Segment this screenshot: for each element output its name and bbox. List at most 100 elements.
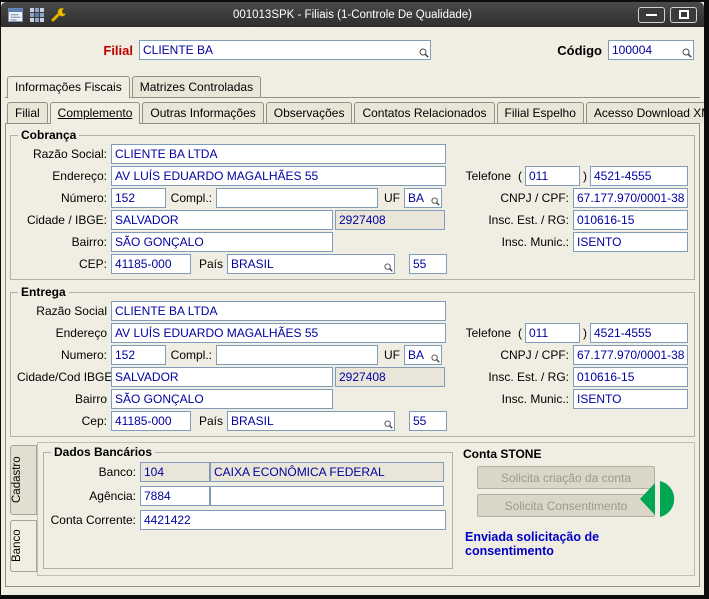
entrega-bairro-row: Bairro Insc. Munic.:: [17, 388, 688, 410]
entrega-endereco-input[interactable]: [111, 323, 446, 343]
cobranca-razao-row: Razão Social:: [17, 143, 688, 165]
tab-contatos-relacionados[interactable]: Contatos Relacionados: [354, 102, 495, 123]
window-title: 001013SPK - Filiais (1-Controle De Quali…: [232, 8, 473, 21]
tab-complemento[interactable]: Complemento: [49, 102, 141, 124]
tab-filial[interactable]: Filial: [7, 102, 48, 123]
conta-row: Conta Corrente:: [50, 508, 446, 532]
entrega-cidade-row: Cidade/Cod IBGE Insc. Est. / RG:: [17, 366, 688, 388]
tab-observacoes[interactable]: Observações: [265, 102, 353, 123]
cobranca-insc-mun-input[interactable]: [573, 232, 688, 252]
filial-input[interactable]: [139, 40, 431, 60]
tab-cadastro[interactable]: Cadastro: [10, 445, 37, 515]
entrega-numero-row: Numero: Compl.: UF CNPJ / CPF:: [17, 344, 688, 366]
entrega-ddd-input[interactable]: [525, 323, 580, 343]
entrega-cidade-input[interactable]: [111, 367, 333, 387]
solicita-criacao-conta-button[interactable]: Solicita criação da conta: [477, 466, 655, 489]
entrega-inscest-cluster: Insc. Est. / RG:: [488, 367, 688, 387]
conta-corrente-label: Conta Corrente:: [50, 513, 136, 527]
numero-label: Numero:: [60, 348, 107, 362]
entrega-title: Entrega: [21, 285, 66, 299]
entrega-numero-input[interactable]: [111, 345, 166, 365]
entrega-bairro-input[interactable]: [111, 389, 333, 409]
tab-acesso-download-xml[interactable]: Acesso Download XML: [585, 102, 704, 123]
entrega-telefone-input[interactable]: [590, 323, 688, 343]
grid-icon[interactable]: [30, 7, 44, 22]
cobranca-uf-input[interactable]: [404, 188, 442, 208]
entrega-compl-input[interactable]: [216, 345, 378, 365]
cobranca-pais-input[interactable]: [227, 254, 395, 274]
bairro-label: Bairro:: [71, 235, 107, 249]
cobranca-inscmun-cluster: Insc. Munic.:: [502, 232, 688, 252]
endereco-label: Endereço:: [52, 169, 107, 183]
cobranca-endereco-input[interactable]: [111, 166, 446, 186]
cobranca-group: Cobrança Razão Social: Endereço: Telefon…: [10, 128, 695, 280]
entrega-insc-est-input[interactable]: [573, 367, 688, 387]
cobranca-uf-lookup: [404, 188, 442, 208]
tab-matrizes-controladas[interactable]: Matrizes Controladas: [131, 76, 262, 97]
entrega-insc-mun-input[interactable]: [573, 389, 688, 409]
cidade-label: Cidade / IBGE:: [26, 213, 107, 227]
tab-filial-espelho[interactable]: Filial Espelho: [496, 102, 584, 123]
bottom-section: Cadastro Banco Dados Bancários Banco: Ag…: [10, 442, 695, 576]
cobranca-insc-est-input[interactable]: [573, 210, 688, 230]
paren-close: ): [583, 326, 587, 340]
paren-open: (: [518, 169, 522, 183]
entrega-razao-social-input[interactable]: [111, 301, 446, 321]
cobranca-numero-input[interactable]: [111, 188, 166, 208]
compl-label: Compl.:: [170, 191, 212, 205]
solicita-consentimento-button[interactable]: Solicita Consentimento: [477, 494, 655, 517]
entrega-pais-codigo-input[interactable]: [409, 411, 447, 431]
report-icon[interactable]: [8, 7, 23, 22]
codigo-input[interactable]: [608, 40, 694, 60]
cobranca-pais-codigo-input[interactable]: [409, 254, 447, 274]
complemento-panel: Cobrança Razão Social: Endereço: Telefon…: [5, 123, 700, 587]
conta-corrente-input[interactable]: [140, 510, 446, 530]
entrega-pais-input[interactable]: [227, 411, 395, 431]
banco-row: Banco:: [50, 460, 446, 484]
tab-outras-informacoes[interactable]: Outras Informações: [142, 102, 264, 123]
pais-label: País: [198, 257, 223, 271]
cobranca-cep-input[interactable]: [111, 254, 191, 274]
numero-label: Número:: [60, 191, 107, 205]
dados-bancarios-group: Dados Bancários Banco: Agência: Conta Co…: [43, 445, 453, 569]
insc-mun-label: Insc. Munic.:: [501, 392, 569, 406]
restore-button[interactable]: [670, 6, 697, 23]
entrega-endereco-row: Endereço Telefone ( ): [17, 322, 688, 344]
entrega-telefone-cluster: Telefone ( ): [466, 323, 688, 343]
main-tabstrip: Filial Complemento Outras Informações Ob…: [5, 102, 704, 124]
cobranca-telefone-cluster: Telefone ( ): [466, 166, 688, 186]
cobranca-inscest-cluster: Insc. Est. / RG:: [488, 210, 688, 230]
banco-label: Banco:: [98, 465, 136, 479]
entrega-uf-input[interactable]: [404, 345, 442, 365]
wrench-icon[interactable]: [51, 7, 67, 22]
entrega-cep-input[interactable]: [111, 411, 191, 431]
pais-label: País: [198, 414, 223, 428]
banco-codigo-input[interactable]: [140, 462, 210, 482]
tab-informacoes-fiscais[interactable]: Informações Fiscais: [7, 76, 130, 98]
cobranca-razao-social-input[interactable]: [111, 144, 446, 164]
agencia-input[interactable]: [140, 486, 210, 506]
insc-mun-label: Insc. Munic.:: [501, 235, 569, 249]
entrega-cnpj-input[interactable]: [573, 345, 688, 365]
upper-tabstrip: Informações Fiscais Matrizes Controladas: [5, 76, 700, 98]
cobranca-bairro-row: Bairro: Insc. Munic.:: [17, 231, 688, 253]
razao-social-label: Razão Social: [36, 304, 107, 318]
cobranca-cidade-input[interactable]: [111, 210, 333, 230]
razao-social-label: Razão Social:: [32, 147, 107, 161]
cobranca-telefone-input[interactable]: [590, 166, 688, 186]
entrega-ibge-input: [335, 367, 445, 387]
agencia-extra-input[interactable]: [210, 486, 444, 506]
cobranca-compl-input[interactable]: [216, 188, 378, 208]
minimize-button[interactable]: [638, 6, 665, 23]
endereco-label: Endereço: [55, 326, 107, 340]
cobranca-bairro-input[interactable]: [111, 232, 333, 252]
stone-green-icon: [635, 476, 681, 527]
tab-banco[interactable]: Banco: [10, 520, 37, 572]
cobranca-ddd-input[interactable]: [525, 166, 580, 186]
banco-page: Dados Bancários Banco: Agência: Conta Co…: [37, 442, 695, 576]
codigo-label: Código: [557, 42, 602, 58]
agencia-label: Agência:: [89, 489, 136, 503]
cobranca-cnpj-input[interactable]: [573, 188, 688, 208]
insc-est-label: Insc. Est. / RG:: [488, 370, 569, 384]
cobranca-cep-row: CEP: País: [17, 253, 688, 275]
